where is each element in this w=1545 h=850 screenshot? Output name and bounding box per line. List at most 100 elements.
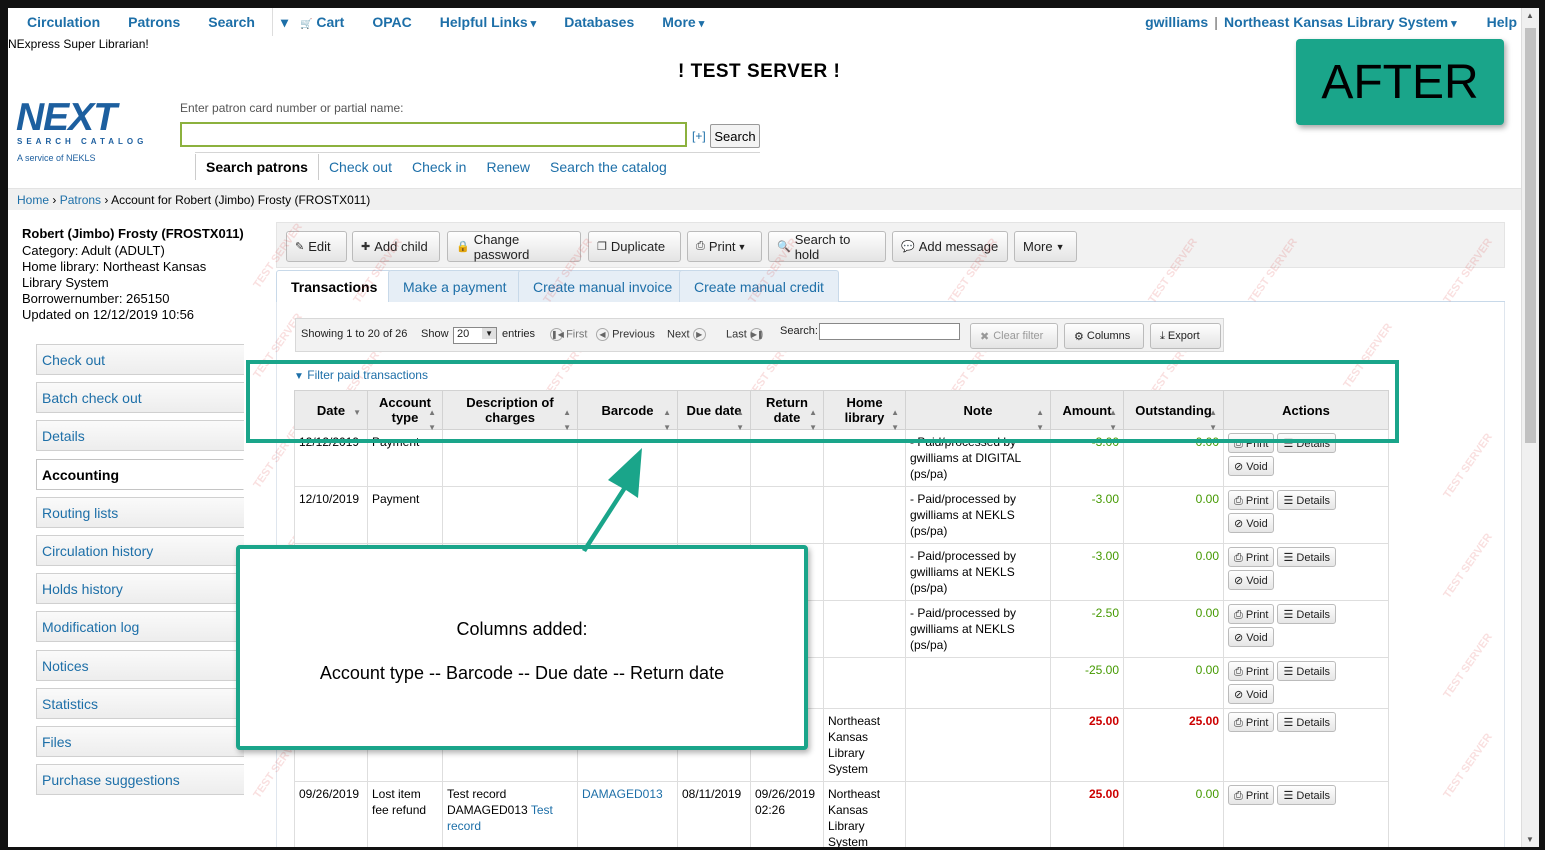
tab-check-out[interactable]: Check out — [319, 154, 402, 180]
columns-button[interactable]: ⚙ Columns — [1064, 323, 1144, 349]
print-button[interactable]: ⎙ Print — [1228, 661, 1275, 681]
nav-help[interactable]: Help — [1487, 14, 1517, 30]
scroll-thumb[interactable] — [1525, 28, 1536, 443]
details-button[interactable]: ☰ Details — [1277, 547, 1337, 567]
advanced-search-toggle[interactable]: [+] — [692, 129, 706, 143]
duplicate-button[interactable]: ❐ Duplicate — [588, 231, 681, 262]
previous-page-button[interactable]: ◀ Previous — [596, 328, 655, 341]
tab-search-patrons[interactable]: Search patrons — [195, 154, 319, 180]
add-message-button[interactable]: 💬 Add message — [892, 231, 1008, 262]
nav-circulation[interactable]: Circulation — [8, 14, 109, 30]
details-button-label: Details — [1296, 552, 1331, 564]
sidemenu-batch-check-out[interactable]: Batch check out — [36, 382, 244, 414]
details-button-label: Details — [1296, 609, 1331, 621]
cell-description: Test record DAMAGED013 Test record — [442, 781, 578, 850]
more-dropdown-button[interactable]: More ▼ — [1014, 231, 1077, 262]
sidemenu-routing-lists[interactable]: Routing lists — [36, 496, 244, 528]
vertical-scrollbar[interactable]: ▲ ▼ — [1521, 8, 1539, 847]
print-button[interactable]: ⎙ Print — [1228, 785, 1275, 805]
cell-note: - Paid/processed by gwilliams at NEKLS (… — [905, 600, 1051, 658]
patron-toolbar: ✎ Edit ✚ Add child 🔒 Change password ❐ Dupli… — [276, 222, 1505, 268]
scroll-down-icon[interactable]: ▼ — [1526, 835, 1534, 844]
clear-filter-button[interactable]: ✖ Clear filter — [970, 323, 1058, 349]
sidemenu-purchase-suggestions[interactable]: Purchase suggestions — [36, 764, 244, 796]
sidemenu-details[interactable]: Details — [36, 420, 244, 452]
nav-cart-dropdown[interactable]: ▾ — [277, 14, 288, 31]
cell-outstanding: 25.00 — [1123, 708, 1224, 782]
nav-cart[interactable]: 🛒 Cart — [288, 14, 353, 30]
nav-library[interactable]: Northeast Kansas Library System — [1224, 14, 1457, 30]
next-page-button[interactable]: Next ▶ — [667, 328, 706, 341]
details-button[interactable]: ☰ Details — [1277, 661, 1337, 681]
tab-create-manual-invoice[interactable]: Create manual invoice — [518, 270, 688, 302]
lock-icon: 🔒 — [456, 241, 470, 253]
patron-search-input[interactable] — [180, 122, 687, 147]
export-button[interactable]: ⤓ Export — [1150, 323, 1221, 349]
void-button[interactable]: ⊘ Void — [1228, 684, 1274, 704]
details-button[interactable]: ☰ Details — [1277, 712, 1337, 732]
sidemenu-files[interactable]: Files — [36, 725, 244, 757]
sidemenu-notices[interactable]: Notices — [36, 649, 244, 681]
first-icon: ❚◀ — [550, 328, 564, 341]
patron-search-button[interactable]: Search — [710, 124, 760, 148]
last-label: Last — [726, 328, 747, 341]
change-password-button[interactable]: 🔒 Change password — [447, 231, 581, 262]
void-button-label: Void — [1246, 632, 1268, 644]
nav-databases[interactable]: Databases — [545, 14, 643, 30]
add-child-button[interactable]: ✚ Add child — [352, 231, 440, 262]
cell-outstanding-text: 0.00 — [1195, 492, 1219, 506]
print-icon: ⎙ — [1234, 790, 1246, 802]
logo-subtext: SEARCH CATALOG — [17, 137, 148, 146]
tab-renew[interactable]: Renew — [476, 154, 540, 180]
nav-search[interactable]: Search — [189, 14, 264, 30]
print-button[interactable]: ⎙ Print — [1228, 604, 1275, 624]
tab-transactions[interactable]: Transactions — [276, 270, 393, 303]
patron-home-library: Home library: Northeast Kansas Library S… — [22, 259, 207, 290]
dt-search-input[interactable] — [819, 323, 960, 340]
entries-select[interactable]: 20 ▼ — [453, 327, 497, 344]
void-button[interactable]: ⊘ Void — [1228, 513, 1274, 533]
details-button[interactable]: ☰ Details — [1277, 490, 1337, 510]
cell-account-type: Payment — [367, 486, 443, 544]
void-button[interactable]: ⊘ Void — [1228, 570, 1274, 590]
first-page-button[interactable]: ❚◀ First — [550, 328, 587, 341]
print-button[interactable]: ⎙ Print — [1228, 712, 1275, 732]
logo-text: NEXT — [16, 96, 117, 139]
breadcrumb-home[interactable]: Home — [17, 193, 49, 207]
print-dropdown-button[interactable]: ⎙ Print ▼ — [687, 231, 762, 262]
tab-search-catalog[interactable]: Search the catalog — [540, 154, 677, 180]
download-icon: ⤓ — [1160, 329, 1165, 342]
tab-create-manual-credit[interactable]: Create manual credit — [679, 270, 839, 302]
nav-opac[interactable]: OPAC — [353, 14, 420, 30]
last-page-button[interactable]: Last ▶❚ — [726, 328, 764, 341]
breadcrumb-patrons[interactable]: Patrons — [60, 193, 101, 207]
tab-check-in[interactable]: Check in — [402, 154, 476, 180]
scroll-up-icon[interactable]: ▲ — [1526, 11, 1534, 20]
sidemenu-accounting[interactable]: Accounting — [36, 458, 244, 490]
details-button[interactable]: ☰ Details — [1277, 785, 1337, 805]
sidemenu-modification-log[interactable]: Modification log — [36, 611, 244, 643]
sidemenu-statistics[interactable]: Statistics — [36, 687, 244, 719]
nav-user[interactable]: gwilliams — [1145, 14, 1208, 30]
sidemenu-check-out[interactable]: Check out — [36, 344, 244, 375]
cell-barcode[interactable]: DAMAGED013 — [577, 781, 678, 850]
print-button[interactable]: ⎙ Print — [1228, 547, 1275, 567]
tab-make-payment[interactable]: Make a payment — [388, 270, 522, 302]
list-icon: ☰ — [1283, 790, 1297, 802]
next-logo[interactable]: NEXT SEARCH CATALOG A service of NEKLS — [16, 96, 171, 166]
cell-amount-text: -25.00 — [1084, 663, 1119, 677]
more-label: More — [1023, 239, 1053, 254]
details-button[interactable]: ☰ Details — [1277, 604, 1337, 624]
print-button[interactable]: ⎙ Print — [1228, 490, 1275, 510]
edit-button[interactable]: ✎ Edit — [286, 231, 347, 262]
nav-helpful-links[interactable]: Helpful Links — [421, 14, 545, 30]
search-to-hold-button[interactable]: 🔍 Search to hold — [768, 231, 886, 262]
cell-note — [905, 708, 1051, 782]
sidemenu-circulation-history[interactable]: Circulation history — [36, 534, 244, 566]
previous-label: Previous — [612, 328, 655, 341]
sidemenu-holds-history[interactable]: Holds history — [36, 573, 244, 605]
void-button[interactable]: ⊘ Void — [1228, 456, 1274, 476]
nav-patrons[interactable]: Patrons — [109, 14, 189, 30]
void-button[interactable]: ⊘ Void — [1228, 627, 1274, 647]
nav-more[interactable]: More — [643, 14, 713, 30]
